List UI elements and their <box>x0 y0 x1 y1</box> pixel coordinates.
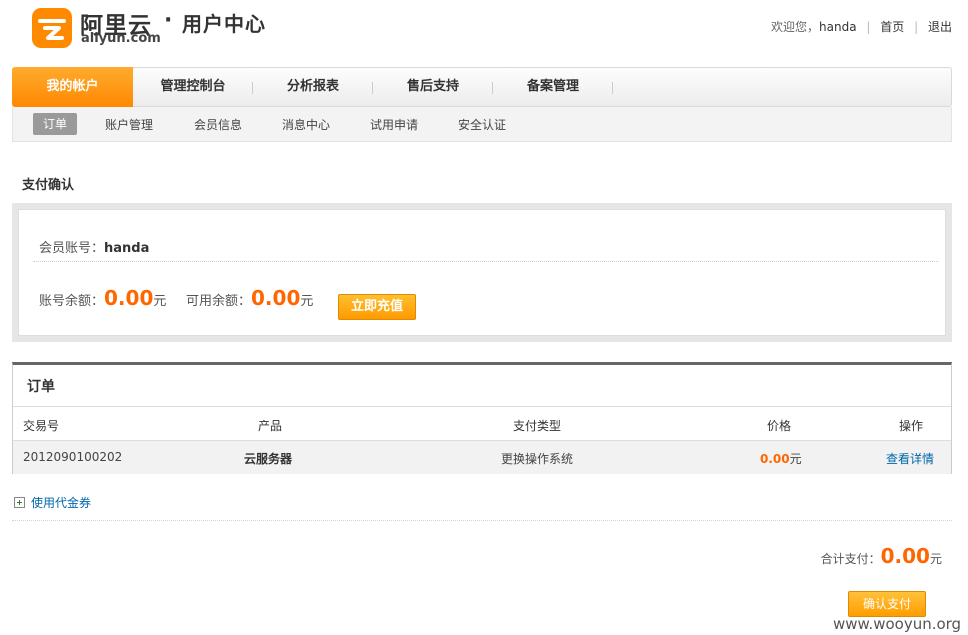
use-coupon-label[interactable]: 使用代金券 <box>31 496 91 510</box>
view-details-link[interactable]: 查看详情 <box>886 450 934 467</box>
header: 阿里云 aliyun.com · 用户中心 欢迎您，handa | 首页 | 退… <box>0 0 968 60</box>
username: handa <box>819 20 857 34</box>
price: 0.00元 <box>760 450 802 467</box>
account-balance: 账号余额：0.00元 <box>39 286 166 310</box>
column-header-pay-type: 支付类型 <box>513 419 562 433</box>
page-title: 支付确认 <box>22 178 75 193</box>
aliyun-logo-icon[interactable] <box>32 8 72 48</box>
available-balance-label: 可用余额： <box>186 294 252 309</box>
subnav-item-trial-application[interactable]: 试用申请 <box>370 116 418 133</box>
total-label: 合计支付： <box>820 552 881 566</box>
account-panel: 会员账号：handa 账号余额：0.00元 可用余额：0.00元 立即充值 <box>12 203 952 342</box>
subnav-item-security-auth[interactable]: 安全认证 <box>458 116 506 133</box>
top-links: 欢迎您，handa | 首页 | 退出 <box>771 18 952 35</box>
currency-unit: 元 <box>153 294 167 309</box>
plus-expand-icon[interactable] <box>14 497 25 508</box>
price-value: 0.00 <box>760 452 790 466</box>
logo-subtitle: 用户中心 <box>182 12 266 36</box>
total-value: 0.00 <box>880 544 930 568</box>
currency-unit: 元 <box>929 552 942 566</box>
main-nav: 我的帐户 管理控制台 分析报表 售后支持 备案管理 <box>12 67 952 107</box>
member-account-value: handa <box>104 241 150 256</box>
confirm-payment-button[interactable]: 确认支付 <box>848 591 926 617</box>
currency-unit: 元 <box>789 452 802 466</box>
orders-table-header: 交易号 产品 支付类型 价格 操作 <box>13 406 951 441</box>
member-account-row: 会员账号：handa <box>39 237 149 256</box>
separator: | <box>866 20 871 34</box>
divider <box>33 261 939 262</box>
subnav-item-orders[interactable]: 订单 <box>33 113 77 135</box>
orders-title: 订单 <box>27 379 55 395</box>
pay-type: 更换操作系统 <box>501 452 574 466</box>
column-header-product: 产品 <box>258 419 283 433</box>
use-coupon-toggle[interactable]: 使用代金券 <box>14 494 91 511</box>
txn-id: 2012090100202 <box>23 450 123 464</box>
nav-divider <box>612 82 613 94</box>
subnav-item-message-center[interactable]: 消息中心 <box>282 116 330 133</box>
table-row: 2012090100202 云服务器 更换操作系统 0.00元 查看详情 <box>13 441 951 474</box>
available-balance: 可用余额：0.00元 <box>186 286 313 310</box>
subnav-item-account-management[interactable]: 账户管理 <box>105 116 153 133</box>
currency-unit: 元 <box>300 294 314 309</box>
account-panel-inner: 会员账号：handa 账号余额：0.00元 可用余额：0.00元 立即充值 <box>18 209 946 336</box>
member-account-label: 会员账号： <box>39 241 105 256</box>
account-balance-value: 0.00 <box>104 286 154 310</box>
welcome-text: 欢迎您， <box>771 20 820 34</box>
tab-console[interactable]: 管理控制台 <box>133 67 253 107</box>
logo-separator: · <box>164 8 173 33</box>
product-name: 云服务器 <box>244 452 293 466</box>
subnav-item-member-info[interactable]: 会员信息 <box>194 116 242 133</box>
recharge-button[interactable]: 立即充值 <box>338 294 416 320</box>
separator: | <box>914 20 919 34</box>
tab-icp-filing[interactable]: 备案管理 <box>493 67 613 107</box>
column-header-action: 操作 <box>899 419 924 433</box>
column-header-price: 价格 <box>767 419 792 433</box>
home-link[interactable]: 首页 <box>880 20 904 34</box>
tab-my-account[interactable]: 我的帐户 <box>12 67 133 107</box>
account-balance-label: 账号余额： <box>39 294 105 309</box>
tab-reports[interactable]: 分析报表 <box>253 67 373 107</box>
available-balance-value: 0.00 <box>251 286 301 310</box>
divider <box>12 520 952 521</box>
column-header-txn-id: 交易号 <box>23 419 60 433</box>
total-payment: 合计支付：0.00元 <box>821 544 942 568</box>
watermark: www.wooyun.org <box>833 615 962 633</box>
orders-panel: 订单 交易号 产品 支付类型 价格 操作 2012090100202 云服务器 … <box>12 362 952 474</box>
sub-nav: 订单 账户管理 会员信息 消息中心 试用申请 安全认证 <box>12 107 952 142</box>
logo-text-en: aliyun.com <box>81 31 161 46</box>
tab-support[interactable]: 售后支持 <box>373 67 493 107</box>
logout-link[interactable]: 退出 <box>928 20 952 34</box>
